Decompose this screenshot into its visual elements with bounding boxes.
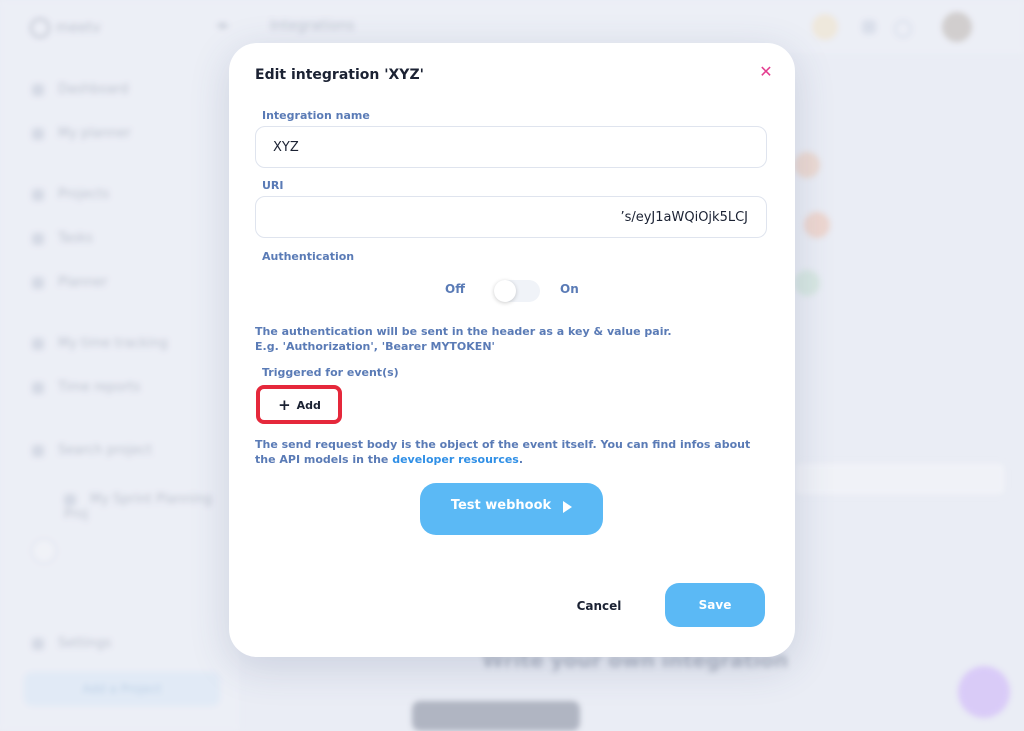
test-webhook-button[interactable]: Test webhook [420, 483, 603, 535]
authentication-label: Authentication [262, 250, 355, 263]
body-help-text: The send request body is the object of t… [255, 438, 751, 466]
play-icon [563, 501, 573, 513]
add-button-label: Add [296, 399, 321, 412]
add-event-highlight: + Add [256, 385, 342, 424]
auth-help-text: The authentication will be sent in the h… [255, 324, 672, 354]
cancel-button[interactable]: Cancel [559, 595, 639, 617]
modal-title: Edit integration 'XYZ' [255, 67, 424, 83]
toggle-on-label: On [560, 282, 579, 296]
toggle-knob [494, 280, 516, 302]
close-icon[interactable]: ✕ [757, 63, 775, 81]
developer-resources-link[interactable]: developer resources [392, 453, 519, 466]
auth-help-example: E.g. 'Authorization', 'Bearer MYTOKEN' [255, 340, 495, 353]
authentication-toggle-row: Off On [229, 277, 795, 307]
edit-integration-modal: Edit integration 'XYZ' ✕ Integration nam… [229, 43, 795, 657]
plus-icon: + [278, 396, 291, 414]
add-event-button[interactable]: + Add [265, 394, 334, 416]
auth-help-line: The authentication will be sent in the h… [255, 325, 672, 338]
uri-input[interactable] [255, 196, 767, 238]
uri-label: URI [262, 179, 284, 192]
triggered-events-label: Triggered for event(s) [262, 366, 399, 379]
integration-name-input[interactable] [255, 126, 767, 168]
integration-name-label: Integration name [262, 109, 370, 122]
toggle-off-label: Off [445, 282, 465, 296]
save-button[interactable]: Save [665, 583, 765, 627]
authentication-toggle[interactable] [494, 280, 540, 302]
